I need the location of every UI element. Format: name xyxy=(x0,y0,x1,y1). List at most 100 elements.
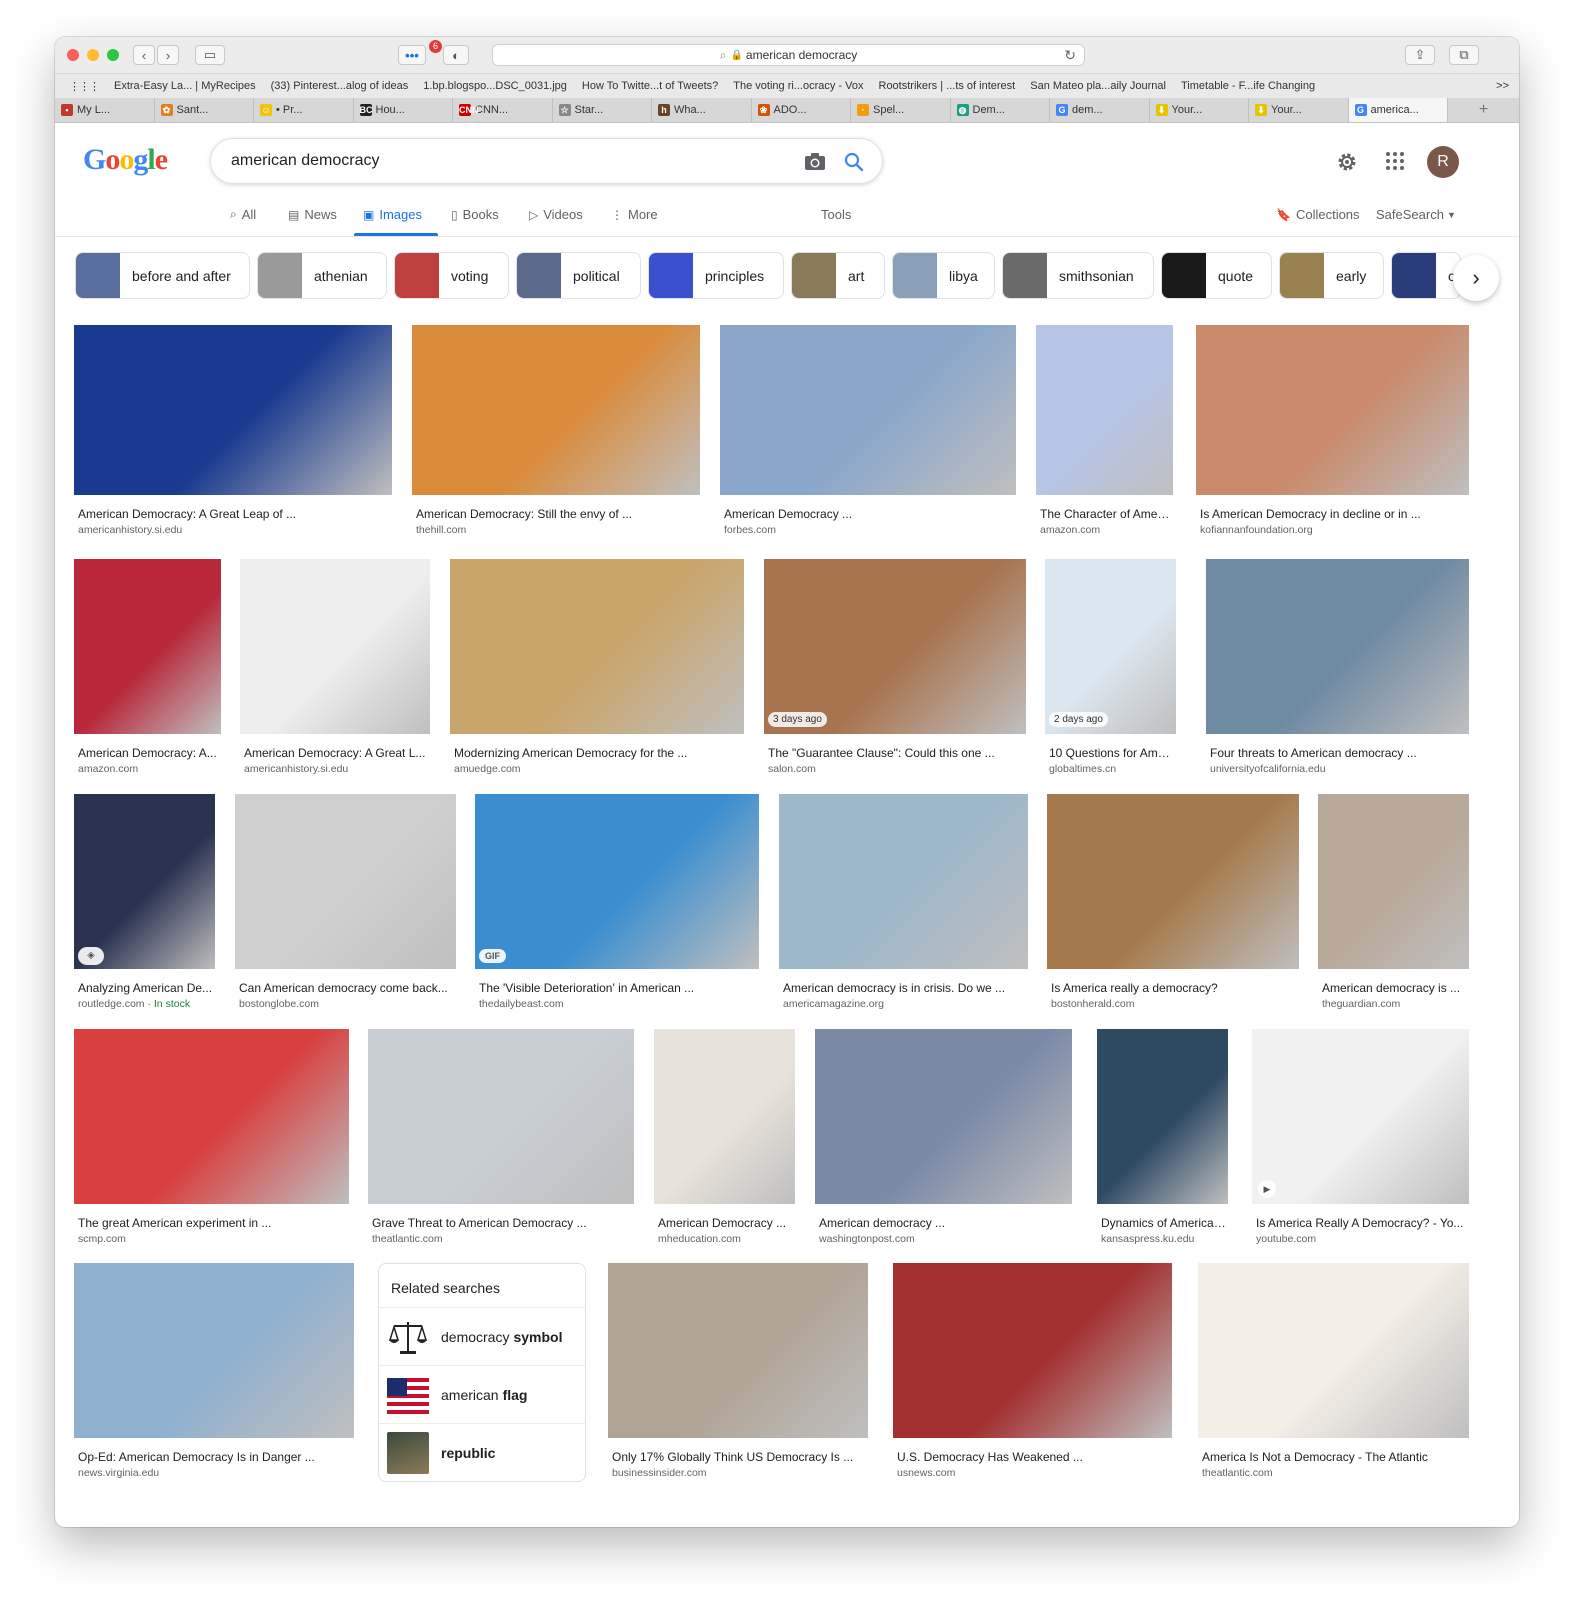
result-caption[interactable]: American Democracy: A... xyxy=(78,746,219,760)
bookmark-item[interactable]: San Mateo pla...aily Journal xyxy=(1030,80,1166,92)
result-thumbnail[interactable] xyxy=(1097,1029,1228,1204)
refinement-chip[interactable]: libya xyxy=(892,252,995,299)
browser-tab[interactable]: Gdem... xyxy=(1050,98,1150,122)
result-thumbnail[interactable] xyxy=(720,325,1016,495)
result-caption[interactable]: Modernizing American Democracy for the .… xyxy=(454,746,742,760)
browser-tab[interactable]: ✿ Sant... xyxy=(155,98,254,122)
result-thumbnail[interactable] xyxy=(1318,794,1469,969)
result-caption[interactable]: The great American experiment in ... xyxy=(78,1216,347,1230)
result-caption[interactable]: American Democracy: Still the envy of ..… xyxy=(416,507,698,521)
result-thumbnail[interactable] xyxy=(1045,559,1176,734)
image-result[interactable]: American Democracy: A... amazon.com xyxy=(74,559,221,780)
result-thumbnail[interactable] xyxy=(450,559,744,734)
image-result[interactable]: The great American experiment in ... scmp… xyxy=(74,1029,349,1250)
share-button[interactable]: ⇪ xyxy=(1405,45,1435,65)
image-result[interactable]: The 'Visible Deterioration' in American … xyxy=(475,794,759,1015)
result-thumbnail[interactable] xyxy=(74,794,215,969)
tab-more[interactable]: ⋮ More xyxy=(611,207,658,222)
browser-tab[interactable]: ▪ My L... xyxy=(55,98,155,122)
result-thumbnail[interactable] xyxy=(1252,1029,1469,1204)
result-caption[interactable]: Grave Threat to American Democracy ... xyxy=(372,1216,632,1230)
grid-icon[interactable]: ⋮⋮⋮ xyxy=(69,80,100,93)
result-caption[interactable]: American Democracy: A Great Leap of ... xyxy=(78,507,390,521)
refinement-chip[interactable]: art xyxy=(791,252,885,299)
bookmark-item[interactable]: How To Twitte...t of Tweets? xyxy=(582,80,718,92)
refinement-chip[interactable]: before and after xyxy=(75,252,250,299)
bookmarks-more-button[interactable]: >> xyxy=(1496,80,1509,92)
result-thumbnail[interactable] xyxy=(779,794,1028,969)
image-result[interactable]: American democracy is in crisis. Do we .… xyxy=(779,794,1028,1015)
browser-tab[interactable]: BC Hou... xyxy=(354,98,453,122)
image-result[interactable]: American Democracy: A Great L... american… xyxy=(240,559,430,780)
image-result[interactable]: The "Guarantee Clause": Could this one .… xyxy=(764,559,1026,780)
forward-button[interactable]: › xyxy=(157,45,179,65)
result-thumbnail[interactable] xyxy=(412,325,700,495)
image-result[interactable]: Analyzing American De... routledge.com · … xyxy=(74,794,215,1015)
address-bar[interactable]: ⌕ 🔒 american democracy ↻ xyxy=(492,44,1085,66)
avatar[interactable]: R xyxy=(1427,146,1459,178)
image-result[interactable]: Is America Really A Democracy? - Yo... yo… xyxy=(1252,1029,1469,1250)
result-caption[interactable]: U.S. Democracy Has Weakened ... xyxy=(897,1450,1170,1464)
image-result[interactable]: American democracy ... washingtonpost.com xyxy=(815,1029,1072,1250)
result-thumbnail[interactable] xyxy=(764,559,1026,734)
result-thumbnail[interactable] xyxy=(1047,794,1299,969)
close-window-button[interactable] xyxy=(67,49,79,61)
bookmark-item[interactable]: Extra-Easy La... | MyRecipes xyxy=(114,80,256,92)
result-thumbnail[interactable] xyxy=(240,559,430,734)
result-caption[interactable]: Can American democracy come back... xyxy=(239,981,454,995)
result-caption[interactable]: America Is Not a Democracy - The Atlanti… xyxy=(1202,1450,1467,1464)
result-caption[interactable]: Is America Really A Democracy? - Yo... xyxy=(1256,1216,1467,1230)
image-result[interactable]: Only 17% Globally Think US Democracy Is … xyxy=(608,1263,868,1484)
result-caption[interactable]: Op-Ed: American Democracy Is in Danger .… xyxy=(78,1450,352,1464)
gear-icon[interactable] xyxy=(1336,151,1358,173)
related-search-item[interactable]: republic xyxy=(379,1424,585,1481)
google-logo[interactable]: Google xyxy=(83,143,168,177)
image-result[interactable]: The Character of Ameri... amazon.com xyxy=(1036,325,1173,541)
refinement-chip[interactable]: political xyxy=(516,252,641,299)
tab-all[interactable]: ⌕ All xyxy=(230,207,256,222)
browser-tab[interactable]: ⬇ Your... xyxy=(1249,98,1349,122)
search-box[interactable]: american democracy xyxy=(210,138,883,184)
image-result[interactable]: Is American Democracy in decline or in .… xyxy=(1196,325,1469,541)
tabs-overview-button[interactable]: ⧉ xyxy=(1449,45,1479,65)
refinement-chip[interactable]: voting xyxy=(394,252,509,299)
image-result[interactable]: American Democracy: Still the envy of ..… xyxy=(412,325,700,541)
browser-tab[interactable]: ◍ Dem... xyxy=(951,98,1050,122)
result-caption[interactable]: The "Guarantee Clause": Could this one .… xyxy=(768,746,1024,760)
minimize-window-button[interactable] xyxy=(87,49,99,61)
search-input[interactable]: american democracy xyxy=(231,152,380,170)
image-result[interactable]: Can American democracy come back... bosto… xyxy=(235,794,456,1015)
tab-videos[interactable]: ▷ Videos xyxy=(529,207,583,222)
reload-icon[interactable]: ↻ xyxy=(1064,47,1076,64)
result-caption[interactable]: American democracy is in crisis. Do we .… xyxy=(783,981,1026,995)
image-result[interactable]: American Democracy: A Great Leap of ... a… xyxy=(74,325,392,541)
back-button[interactable]: ‹ xyxy=(133,45,155,65)
result-caption[interactable]: The 'Visible Deterioration' in American … xyxy=(479,981,757,995)
result-caption[interactable]: Is American Democracy in decline or in .… xyxy=(1200,507,1467,521)
image-result[interactable]: Modernizing American Democracy for the .… xyxy=(450,559,744,780)
refinement-chip[interactable]: athenian xyxy=(257,252,387,299)
result-thumbnail[interactable] xyxy=(608,1263,868,1438)
result-thumbnail[interactable] xyxy=(368,1029,634,1204)
bookmark-item[interactable]: The voting ri...ocracy - Vox xyxy=(733,80,863,92)
image-result[interactable]: Is America really a democracy? bostonhera… xyxy=(1047,794,1299,1015)
browser-tab[interactable]: h Wha... xyxy=(652,98,752,122)
result-caption[interactable]: The Character of Ameri... xyxy=(1040,507,1171,521)
result-thumbnail[interactable] xyxy=(1198,1263,1469,1438)
image-result[interactable]: Op-Ed: American Democracy Is in Danger .… xyxy=(74,1263,354,1484)
image-result[interactable]: America Is Not a Democracy - The Atlanti… xyxy=(1198,1263,1469,1484)
result-caption[interactable]: Dynamics of American ... xyxy=(1101,1216,1226,1230)
camera-icon[interactable] xyxy=(804,152,826,172)
safesearch-button[interactable]: SafeSearch ▼ xyxy=(1376,207,1456,222)
result-thumbnail[interactable] xyxy=(74,1263,354,1438)
browser-tab[interactable]: ☺ • Pr... xyxy=(254,98,354,122)
image-result[interactable]: American Democracy ... forbes.com xyxy=(720,325,1016,541)
result-caption[interactable]: Is America really a democracy? xyxy=(1051,981,1297,995)
image-result[interactable]: American Democracy ... mheducation.com xyxy=(654,1029,795,1250)
image-result[interactable]: Dynamics of American ... kansaspress.ku.e… xyxy=(1097,1029,1228,1250)
refinement-chip[interactable]: c xyxy=(1391,252,1461,299)
result-thumbnail[interactable] xyxy=(893,1263,1172,1438)
sidebar-toggle-button[interactable]: ▭ xyxy=(195,45,225,65)
refinement-chip[interactable]: smithsonian xyxy=(1002,252,1154,299)
result-thumbnail[interactable] xyxy=(1196,325,1469,495)
